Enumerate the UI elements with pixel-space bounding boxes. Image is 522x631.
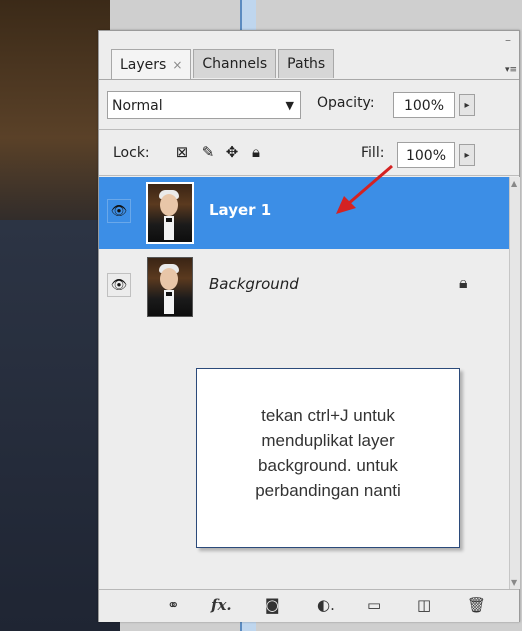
trash-icon[interactable]: 🗑︎ (467, 596, 486, 614)
annotation-arrow (336, 164, 393, 214)
padlock-icon: 🔒︎ (459, 273, 468, 292)
layer-row-layer-1[interactable]: 👁︎ Layer 1 (99, 177, 509, 249)
annotation-line: menduplikat layer (261, 431, 395, 450)
link-icon[interactable]: ⚭ (167, 596, 180, 614)
annotation-line: perbandingan nanti (255, 481, 401, 500)
eye-icon[interactable]: 👁︎ (107, 199, 131, 223)
layers-scrollbar[interactable]: ▲ ▼ (509, 177, 520, 589)
scroll-up-icon[interactable]: ▲ (511, 179, 517, 188)
layer-thumbnail (146, 182, 194, 244)
annotation-text: tekan ctrl+J untuk menduplikat layer bac… (207, 403, 449, 503)
brush-icon[interactable]: ✎ (199, 143, 217, 161)
mask-icon[interactable]: ◙ (265, 596, 280, 614)
panel-bottom-toolbar: ⚭ fx. ◙ ◐. ▭ ◫ 🗑︎ (99, 589, 519, 622)
annotation-line: background. untuk (258, 456, 398, 475)
tab-channels[interactable]: Channels (193, 49, 277, 78)
layer-name: Background (209, 275, 299, 293)
annotation-line: tekan ctrl+J untuk (261, 406, 395, 425)
opacity-input[interactable]: 100% (393, 92, 455, 118)
layer-thumbnail (147, 257, 193, 317)
fill-input[interactable]: 100% (397, 142, 455, 168)
eye-icon[interactable]: 👁︎ (107, 273, 131, 297)
fx-icon[interactable]: fx. (211, 596, 232, 614)
fill-label: Fill: (361, 145, 385, 161)
divider (99, 129, 519, 130)
panel-minimize-icon[interactable]: – (505, 33, 511, 47)
move-icon[interactable]: ✥ (223, 143, 241, 161)
adjustment-icon[interactable]: ◐. (317, 596, 335, 614)
tab-paths[interactable]: Paths (278, 49, 335, 78)
tab-layers-label: Layers (120, 57, 167, 73)
lock-transparency-icon[interactable]: ⊠ (173, 143, 191, 161)
panel-tabs: Layers × Channels Paths (111, 49, 336, 80)
panel-menu-icon[interactable]: ▾≡ (505, 65, 517, 75)
opacity-stepper[interactable]: ▸ (459, 94, 475, 116)
layer-name: Layer 1 (209, 201, 272, 219)
fill-stepper[interactable]: ▸ (459, 144, 475, 166)
divider (99, 175, 519, 176)
chevron-down-icon: ▼ (285, 99, 294, 112)
tab-layers[interactable]: Layers × (111, 49, 192, 80)
tab-channels-label: Channels (202, 56, 268, 72)
blend-row: Normal ▼ Opacity: 100% ▸ (107, 91, 507, 121)
lock-label: Lock: (113, 145, 150, 161)
blend-mode-value: Normal (112, 98, 163, 114)
tab-divider (99, 79, 519, 80)
lock-row: Lock: ⊠ ✎ ✥ 🔒︎ Fill: 100% ▸ (107, 139, 507, 171)
scroll-down-icon[interactable]: ▼ (511, 578, 517, 587)
opacity-label: Opacity: (317, 95, 375, 111)
annotation-note: tekan ctrl+J untuk menduplikat layer bac… (196, 368, 460, 548)
new-layer-icon[interactable]: ◫ (417, 596, 431, 614)
layer-row-background[interactable]: 👁︎ Background 🔒︎ (99, 251, 509, 323)
tab-paths-label: Paths (287, 56, 326, 72)
folder-icon[interactable]: ▭ (367, 596, 381, 614)
background-photo-top (0, 0, 110, 230)
blend-mode-select[interactable]: Normal ▼ (107, 91, 301, 119)
lock-all-icon[interactable]: 🔒︎ (247, 143, 265, 161)
close-icon[interactable]: × (172, 58, 182, 72)
